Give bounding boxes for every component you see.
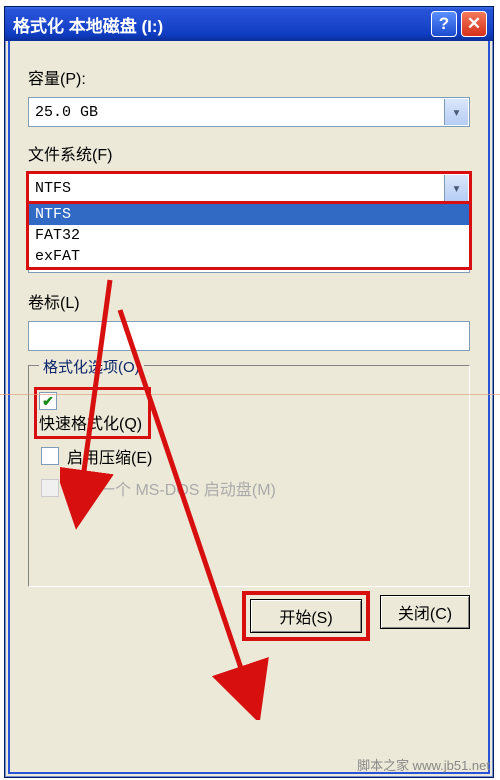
quick-format-checkbox[interactable]: ✔ 快速格式化(Q)	[41, 390, 457, 436]
close-window-button[interactable]: ✕	[461, 11, 487, 37]
enable-compress-label: 启用压缩(E)	[67, 444, 152, 468]
help-button[interactable]: ?	[431, 11, 457, 37]
format-options-group: 格式化选项(O) ✔ 快速格式化(Q) 启用压缩(E) 创建一个 MS-DOS …	[28, 365, 470, 587]
start-button-highlight: 开始(S)	[246, 595, 366, 637]
filesystem-value: NTFS	[35, 180, 71, 197]
volume-label: 卷标(L)	[28, 289, 470, 313]
create-msdos-label: 创建一个 MS-DOS 启动盘(M)	[67, 476, 276, 500]
quick-format-label: 快速格式化(Q)	[39, 416, 142, 433]
window-title: 格式化 本地磁盘 (I:)	[13, 12, 163, 37]
filesystem-combo[interactable]: NTFS ▾	[28, 173, 470, 203]
format-options-legend: 格式化选项(O)	[39, 356, 144, 377]
create-msdos-checkbox: 创建一个 MS-DOS 启动盘(M)	[41, 476, 457, 500]
titlebar[interactable]: 格式化 本地磁盘 (I:) ? ✕	[5, 7, 493, 41]
start-button[interactable]: 开始(S)	[250, 599, 362, 633]
client-area: 容量(P): 25.0 GB ▾ 文件系统(F) NTFS ▾ NTFS FAT…	[8, 41, 490, 774]
format-dialog: 格式化 本地磁盘 (I:) ? ✕ 容量(P): 25.0 GB ▾ 文件系统(…	[4, 6, 494, 778]
annotation-divider	[0, 394, 500, 395]
chevron-down-icon[interactable]: ▾	[444, 175, 468, 201]
close-icon: ✕	[467, 14, 481, 34]
capacity-label: 容量(P):	[28, 65, 470, 89]
enable-compress-checkbox[interactable]: 启用压缩(E)	[41, 444, 457, 468]
chevron-down-icon[interactable]: ▾	[444, 99, 468, 125]
filesystem-label: 文件系统(F)	[28, 141, 470, 165]
close-button[interactable]: 关闭(C)	[380, 595, 470, 629]
checkbox-icon	[41, 447, 59, 465]
filesystem-dropdown[interactable]: NTFS FAT32 exFAT	[28, 203, 470, 268]
capacity-combo[interactable]: 25.0 GB ▾	[28, 97, 470, 127]
filesystem-option-exfat[interactable]: exFAT	[29, 246, 469, 267]
capacity-value: 25.0 GB	[35, 104, 98, 121]
filesystem-option-fat32[interactable]: FAT32	[29, 225, 469, 246]
volume-input[interactable]	[28, 321, 470, 351]
checkbox-icon	[41, 479, 59, 497]
watermark: 脚本之家 www.jb51.net	[357, 755, 490, 774]
filesystem-option-ntfs[interactable]: NTFS	[29, 204, 469, 225]
help-icon: ?	[439, 14, 449, 34]
